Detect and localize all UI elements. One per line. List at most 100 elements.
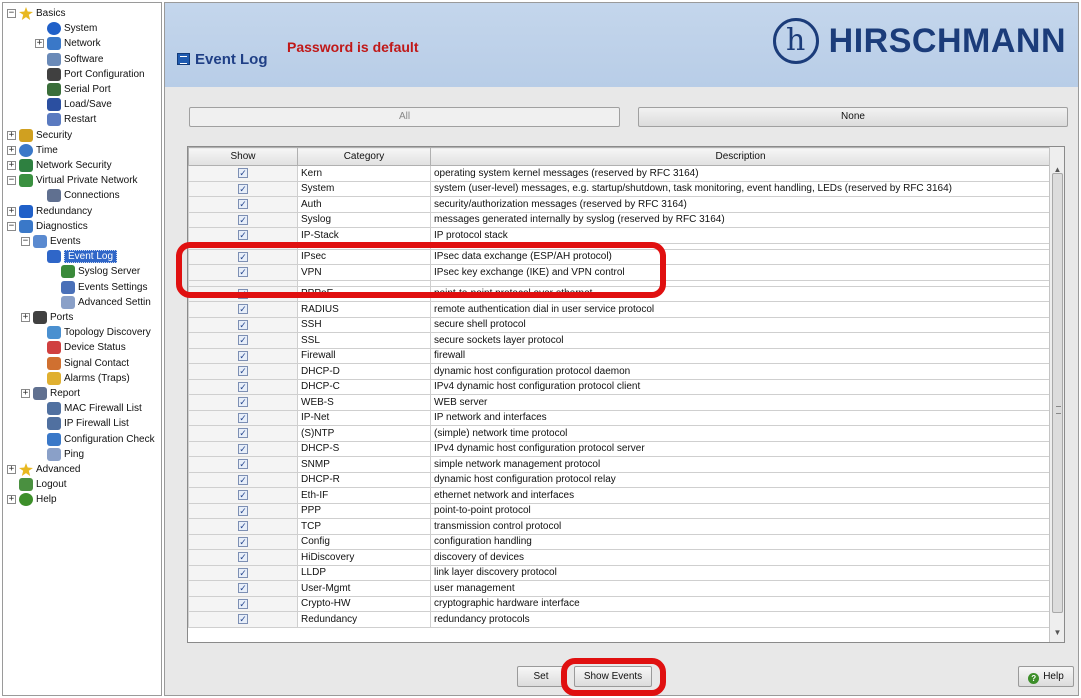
port-icon [47,67,61,81]
select-none-button[interactable]: None [638,107,1068,127]
sidebar-item-signal-contact[interactable]: Signal Contact [35,356,129,371]
sidebar-item-ports[interactable]: + Ports [21,310,73,325]
show-checkbox[interactable]: ✓ [238,381,248,392]
expand-icon[interactable]: + [7,206,16,216]
show-checkbox[interactable]: ✓ [238,583,248,594]
collapse-icon[interactable]: − [7,221,16,231]
show-checkbox[interactable]: ✓ [238,459,248,470]
expand-icon[interactable]: + [21,389,30,398]
show-checkbox[interactable]: ✓ [238,443,248,454]
sidebar-item-label: Configuration Check [64,433,155,445]
event-log-icon [177,53,190,65]
show-checkbox[interactable]: ✓ [238,412,248,423]
sidebar-item-events[interactable]: − Events [21,234,81,249]
category-cell: IP-Net [297,409,431,426]
show-checkbox[interactable]: ✓ [238,251,248,262]
sidebar-item-port-configuration[interactable]: Port Configuration [35,67,145,82]
show-events-button[interactable]: Show Events [574,666,652,687]
sidebar-item-advanced-settin[interactable]: Advanced Settin [49,295,151,310]
column-header-category[interactable]: Category [297,147,431,166]
expand-icon[interactable]: + [7,161,16,170]
column-header-show[interactable]: Show [188,147,298,166]
show-checkbox[interactable]: ✓ [238,304,248,315]
sidebar-item-security[interactable]: + Security [7,128,72,143]
sidebar-item-event-log[interactable]: Event Log [35,249,118,264]
sidebar-item-software[interactable]: Software [35,52,103,67]
show-checkbox[interactable]: ✓ [238,598,248,609]
show-checkbox[interactable]: ✓ [238,350,248,361]
sidebar-item-device-status[interactable]: Device Status [35,340,126,355]
scroll-thumb[interactable] [1052,173,1063,613]
show-checkbox[interactable]: ✓ [238,366,248,377]
show-checkbox[interactable]: ✓ [238,490,248,501]
sidebar-item-configuration-check[interactable]: Configuration Check [35,432,155,447]
show-checkbox[interactable]: ✓ [238,319,248,330]
sidebar-item-logout[interactable]: Logout [7,477,67,492]
scroll-down-arrow-icon[interactable]: ▼ [1052,628,1063,638]
expand-icon[interactable]: + [7,465,16,474]
description-cell: system (user-level) messages, e.g. start… [430,180,1051,197]
sidebar-item-network-security[interactable]: + Network Security [7,158,112,173]
show-cell: ✓ [188,471,298,488]
show-checkbox[interactable]: ✓ [238,267,248,278]
show-checkbox[interactable]: ✓ [238,183,248,194]
collapse-icon[interactable]: − [7,9,16,18]
sidebar-item-ping[interactable]: Ping [35,447,84,462]
show-checkbox[interactable]: ✓ [238,199,248,210]
sidebar-item-label: IP Firewall List [64,418,129,430]
category-cell: (S)NTP [297,425,431,442]
expand-icon[interactable]: + [7,130,16,140]
sidebar-item-network[interactable]: + Network [35,36,101,51]
sidebar-item-time[interactable]: + Time [7,143,58,158]
sidebar-item-diagnostics[interactable]: − Diagnostics [7,219,88,234]
sidebar-item-report[interactable]: + Report [21,386,80,401]
sidebar-item-basics[interactable]: − Basics [7,6,65,21]
sidebar-item-ip-firewall-list[interactable]: IP Firewall List [35,416,129,431]
sidebar-item-connections[interactable]: Connections [35,188,120,203]
show-checkbox[interactable]: ✓ [238,567,248,578]
sidebar-item-label: Diagnostics [36,220,88,232]
sidebar-item-redundancy[interactable]: + Redundancy [7,204,92,219]
sidebar-item-serial-port[interactable]: Serial Port [35,82,111,97]
table-scrollbar[interactable]: ▲ ▼ [1049,147,1064,642]
expand-icon[interactable]: + [7,495,16,505]
set-button[interactable]: Set [517,666,565,687]
main-panel: Event Log Password is default h HIRSCHMA… [164,2,1079,696]
select-all-button[interactable]: All [189,107,620,127]
show-checkbox[interactable]: ✓ [238,214,248,225]
show-checkbox[interactable]: ✓ [238,397,248,408]
show-checkbox[interactable]: ✓ [238,552,248,563]
show-checkbox[interactable]: ✓ [238,474,248,485]
sidebar-item-events-settings[interactable]: Events Settings [49,280,147,295]
show-cell: ✓ [188,378,298,395]
sidebar-item-load-save[interactable]: Load/Save [35,97,112,112]
show-checkbox[interactable]: ✓ [238,428,248,439]
show-checkbox[interactable]: ✓ [238,505,248,516]
sidebar-item-help[interactable]: + Help [7,492,57,507]
collapse-icon[interactable]: − [21,237,30,246]
show-checkbox[interactable]: ✓ [238,288,248,299]
table-row: ✓ Config configuration handling [188,533,1051,550]
expand-icon[interactable]: + [35,39,44,49]
sidebar-item-restart[interactable]: Restart [35,112,96,127]
show-checkbox[interactable]: ✓ [238,230,248,241]
sidebar-item-system[interactable]: System [35,21,97,36]
sidebar-item-mac-firewall-list[interactable]: MAC Firewall List [35,401,142,416]
expand-icon[interactable]: + [21,313,30,322]
show-checkbox[interactable]: ✓ [238,335,248,346]
show-cell: ✓ [188,211,298,228]
sidebar-item-topology-discovery[interactable]: Topology Discovery [35,325,151,340]
sidebar-item-virtual-private-network[interactable]: − Virtual Private Network [7,173,138,188]
table-row: ✓ Auth security/authorization messages (re… [188,196,1051,213]
show-checkbox[interactable]: ✓ [238,168,248,179]
show-checkbox[interactable]: ✓ [238,536,248,547]
column-header-description[interactable]: Description [430,147,1051,166]
show-checkbox[interactable]: ✓ [238,521,248,532]
sidebar-item-advanced[interactable]: + Advanced [7,462,80,477]
sidebar-item-alarms-traps[interactable]: Alarms (Traps) [35,371,130,386]
expand-icon[interactable]: + [7,145,16,155]
help-button[interactable]: ? Help [1018,666,1074,687]
collapse-icon[interactable]: − [7,176,16,186]
show-checkbox[interactable]: ✓ [238,614,248,625]
sidebar-item-syslog-server[interactable]: Syslog Server [49,264,140,279]
